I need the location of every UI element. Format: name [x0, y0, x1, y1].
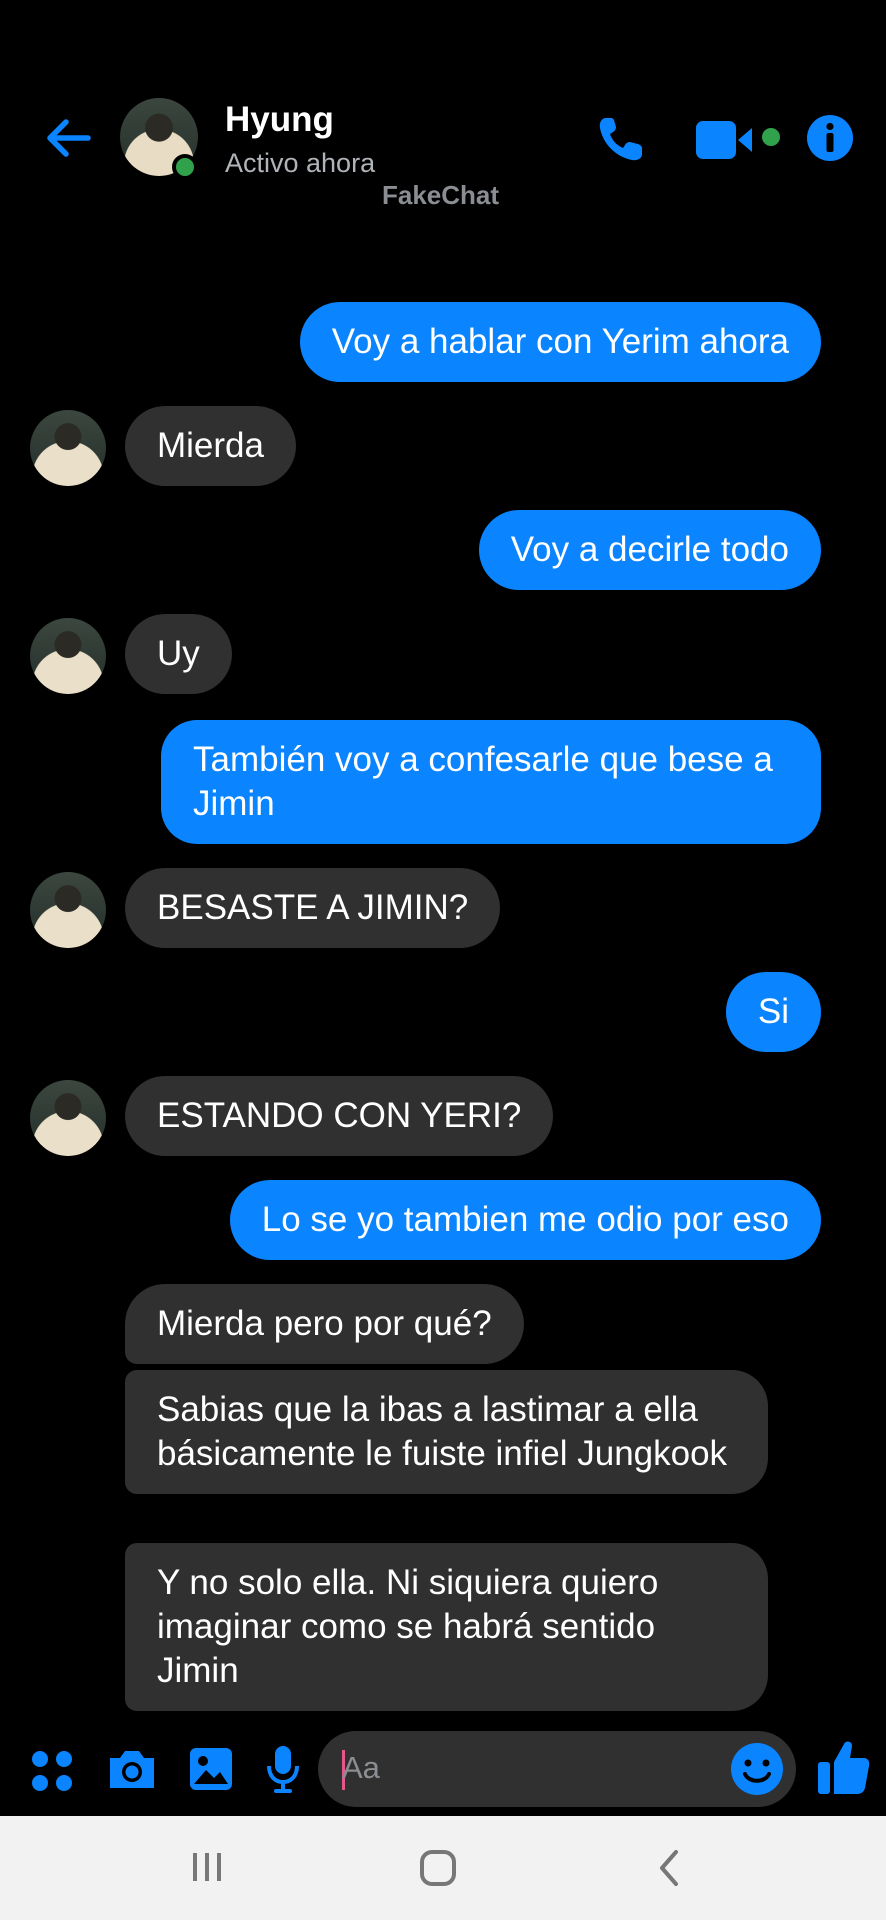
system-back-icon[interactable]	[652, 1848, 686, 1888]
message-input[interactable]	[318, 1731, 796, 1807]
incoming-message[interactable]: ESTANDO CON YERI?	[125, 1076, 554, 1156]
microphone-icon[interactable]	[266, 1744, 300, 1794]
video-active-dot	[762, 128, 780, 146]
outgoing-message[interactable]: También voy a confesarle que bese a Jimi…	[161, 720, 821, 844]
recent-apps-icon[interactable]	[190, 1850, 224, 1884]
incoming-message[interactable]: Mierda	[125, 406, 296, 486]
back-arrow-icon[interactable]	[40, 110, 96, 166]
camera-icon[interactable]	[106, 1746, 158, 1792]
sender-avatar[interactable]	[30, 872, 106, 948]
phone-icon[interactable]	[594, 112, 648, 166]
sender-avatar[interactable]	[30, 1080, 106, 1156]
chat-header: Hyung Activo ahora FakeChat	[0, 0, 886, 210]
contact-name[interactable]: Hyung	[225, 100, 334, 140]
sender-avatar[interactable]	[30, 410, 106, 486]
incoming-message[interactable]: Uy	[125, 614, 232, 694]
home-icon[interactable]	[418, 1848, 458, 1888]
outgoing-message[interactable]: Voy a decirle todo	[478, 510, 821, 590]
video-camera-icon[interactable]	[696, 118, 766, 162]
incoming-message[interactable]: Mierda pero por qué?	[125, 1284, 524, 1364]
emoji-icon[interactable]	[730, 1742, 784, 1796]
gallery-icon[interactable]	[188, 1746, 234, 1792]
thumbs-up-icon[interactable]	[816, 1738, 870, 1796]
incoming-message[interactable]: Sabias que la ibas a lastimar a ella bás…	[125, 1370, 768, 1494]
outgoing-message[interactable]: Si	[725, 972, 821, 1052]
watermark: FakeChat	[382, 180, 500, 210]
outgoing-message[interactable]: Lo se yo tambien me odio por eso	[229, 1180, 821, 1260]
apps-grid-icon[interactable]	[30, 1749, 74, 1793]
message-input-placeholder: Aa	[342, 1750, 380, 1785]
incoming-message[interactable]: BESASTE A JIMIN?	[125, 868, 501, 948]
online-indicator	[172, 154, 198, 180]
contact-status: Activo ahora	[225, 148, 376, 178]
info-icon[interactable]	[806, 114, 854, 162]
sender-avatar[interactable]	[30, 618, 106, 694]
incoming-message[interactable]: Y no solo ella. Ni siquiera quiero imagi…	[125, 1543, 768, 1711]
outgoing-message[interactable]: Voy a hablar con Yerim ahora	[299, 302, 821, 382]
